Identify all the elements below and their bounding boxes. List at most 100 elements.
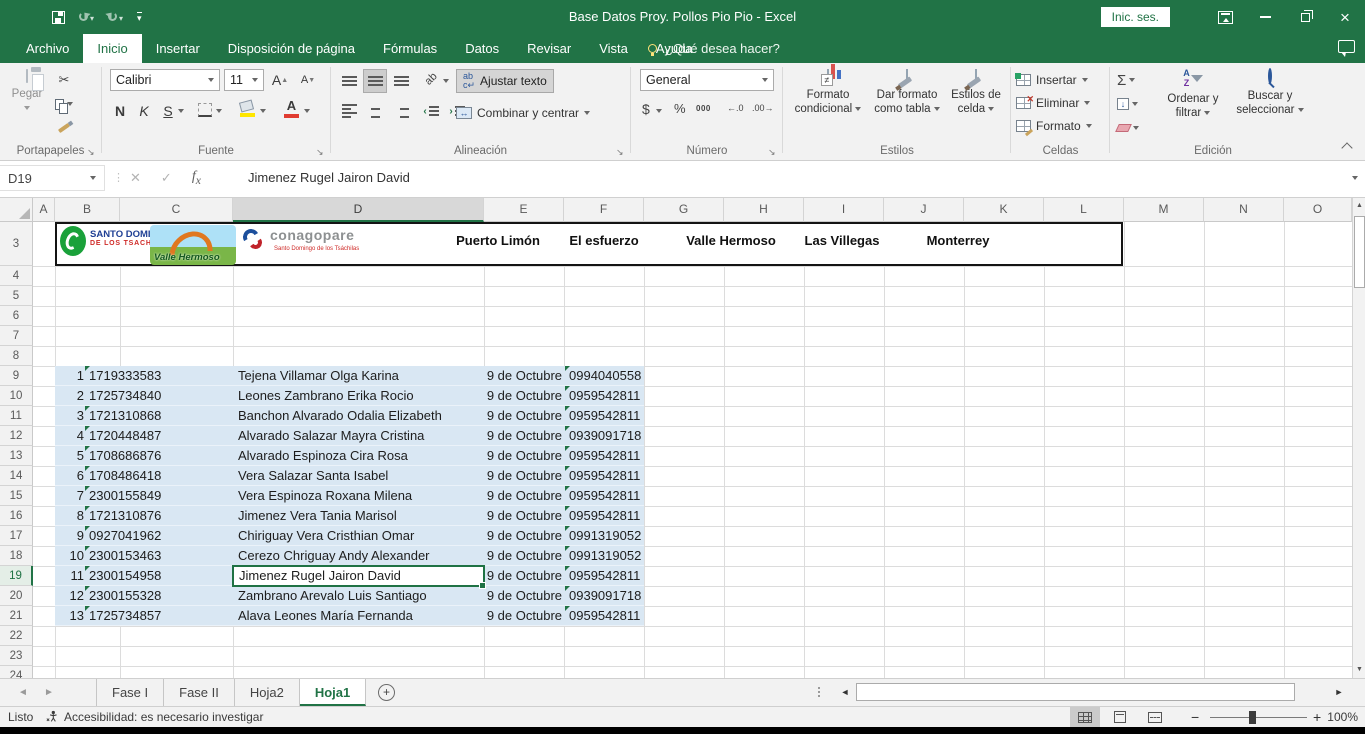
cell-phone[interactable]: 0994040558 [569, 366, 641, 386]
cell-number[interactable]: 3 [55, 406, 84, 426]
cell-sector[interactable]: 9 de Octubre [484, 406, 562, 426]
cell-id[interactable]: 2300154958 [89, 566, 161, 586]
cell-number[interactable]: 10 [55, 546, 84, 566]
cell-id[interactable]: 1725734840 [89, 386, 161, 406]
cell-name[interactable]: Alvarado Espinoza Cira Rosa [238, 446, 408, 466]
column-header-c[interactable]: C [120, 198, 233, 222]
row-header-8[interactable]: 8 [0, 346, 33, 366]
cell-name[interactable]: Vera Salazar Santa Isabel [238, 466, 388, 486]
sort-filter-button[interactable]: AZ Ordenar y filtrar [1157, 69, 1229, 120]
sheet-tab-fase-i[interactable]: Fase I [96, 679, 164, 706]
format-as-table-button[interactable]: Dar formato como tabla [868, 69, 946, 116]
cell-phone[interactable]: 0959542811 [569, 606, 640, 626]
borders-caret-icon[interactable] [216, 109, 222, 113]
row-header-11[interactable]: 11 [0, 406, 33, 426]
alignment-dialog-launcher-icon[interactable]: ↘ [616, 147, 626, 157]
cell-sector[interactable]: 9 de Octubre [484, 446, 562, 466]
column-header-o[interactable]: O [1284, 198, 1352, 222]
merge-center-button[interactable]: ↔ Combinar y centrar [456, 101, 590, 124]
cancel-entry-icon[interactable]: ✕ [130, 170, 141, 186]
percent-button[interactable]: % [674, 101, 686, 116]
cell-phone[interactable]: 0991319052 [569, 546, 641, 566]
cell-sector[interactable]: 9 de Octubre [484, 606, 562, 626]
row-header-12[interactable]: 12 [0, 426, 33, 446]
format-cells-button[interactable]: Formato [1016, 115, 1092, 137]
tab-f-rmulas[interactable]: Fórmulas [369, 34, 451, 63]
clear-button[interactable] [1117, 117, 1139, 139]
cell-id[interactable]: 1721310868 [89, 406, 161, 426]
column-header-f[interactable]: F [564, 198, 644, 222]
conditional-formatting-button[interactable]: ≠ Formato condicional [792, 69, 864, 116]
cell-id[interactable]: 1708486418 [89, 466, 161, 486]
column-header-n[interactable]: N [1204, 198, 1284, 222]
name-box[interactable]: D19 [0, 165, 105, 191]
page-layout-view-button[interactable] [1105, 707, 1135, 727]
tab-disposici-n-de-p-gina[interactable]: Disposición de página [214, 34, 369, 63]
cell-number[interactable]: 5 [55, 446, 84, 466]
column-header-h[interactable]: H [724, 198, 804, 222]
cell-id[interactable]: 0927041962 [89, 526, 161, 546]
cell-phone[interactable]: 0991319052 [569, 526, 641, 546]
column-header-l[interactable]: L [1044, 198, 1124, 222]
column-header-a[interactable]: A [33, 198, 55, 222]
page-break-view-button[interactable] [1140, 707, 1170, 727]
row-header-16[interactable]: 16 [0, 506, 33, 526]
cell-name[interactable]: Leones Zambrano Erika Rocio [238, 386, 414, 406]
row-header-23[interactable]: 23 [0, 646, 33, 666]
row-header-10[interactable]: 10 [0, 386, 33, 406]
formula-bar-value[interactable]: Jimenez Rugel Jairon David [248, 165, 410, 191]
cell-number[interactable]: 11 [55, 566, 84, 586]
restore-button[interactable] [1285, 0, 1325, 34]
sign-in-button[interactable]: Inic. ses. [1101, 7, 1170, 27]
column-header-m[interactable]: M [1124, 198, 1204, 222]
feedback-comment-icon[interactable] [1338, 40, 1355, 53]
column-header-e[interactable]: E [484, 198, 564, 222]
column-header-g[interactable]: G [644, 198, 724, 222]
tab-insertar[interactable]: Insertar [142, 34, 214, 63]
increase-font-button[interactable]: A▲ [270, 68, 290, 92]
underline-caret-icon[interactable] [178, 109, 184, 113]
row-header-24[interactable]: 24 [0, 666, 33, 678]
collapse-ribbon-icon[interactable] [1341, 142, 1352, 153]
sheet-tab-hoja2[interactable]: Hoja2 [235, 679, 300, 706]
cell-phone[interactable]: 0939091718 [569, 586, 641, 606]
cell-id[interactable]: 2300155328 [89, 586, 161, 606]
row-header-4[interactable]: 4 [0, 266, 33, 286]
insert-cells-button[interactable]: Insertar [1016, 69, 1088, 91]
row-header-21[interactable]: 21 [0, 606, 33, 626]
cell-id[interactable]: 2300153463 [89, 546, 161, 566]
close-button[interactable]: × [1325, 0, 1365, 34]
cell-number[interactable]: 2 [55, 386, 84, 406]
copy-button[interactable] [52, 93, 76, 115]
column-header-j[interactable]: J [884, 198, 964, 222]
cell-phone[interactable]: 0959542811 [569, 486, 640, 506]
zoom-slider-thumb[interactable] [1249, 711, 1256, 724]
cell-phone[interactable]: 0959542811 [569, 406, 640, 426]
row-header-17[interactable]: 17 [0, 526, 33, 546]
number-dialog-launcher-icon[interactable]: ↘ [768, 147, 778, 157]
cell-number[interactable]: 12 [55, 586, 84, 606]
scroll-down-icon[interactable]: ▼ [1353, 662, 1365, 678]
scroll-right-icon[interactable]: ► [1330, 683, 1348, 701]
font-size-select[interactable]: 11 [224, 69, 264, 91]
cell-name[interactable]: Chiriguay Vera Cristhian Omar [238, 526, 414, 546]
column-header-b[interactable]: B [55, 198, 120, 222]
cell-name[interactable]: Alava Leones María Fernanda [238, 606, 413, 626]
clipboard-dialog-launcher-icon[interactable]: ↘ [87, 147, 97, 157]
cell-name[interactable]: Vera Espinoza Roxana Milena [238, 486, 412, 506]
row-header-14[interactable]: 14 [0, 466, 33, 486]
cell-id[interactable]: 1721310876 [89, 506, 161, 526]
decrease-indent-button[interactable]: ‹ [419, 99, 443, 123]
select-all-corner[interactable] [0, 198, 33, 222]
cell-name[interactable]: Tejena Villamar Olga Karina [238, 366, 399, 386]
font-color-button[interactable]: A [284, 99, 299, 118]
tab-archivo[interactable]: Archivo [12, 34, 83, 63]
active-cell-d19[interactable]: Jimenez Rugel Jairon David [232, 565, 485, 587]
cell-id[interactable]: 1720448487 [89, 426, 161, 446]
cell-sector[interactable]: 9 de Octubre [484, 366, 562, 386]
cell-sector[interactable]: 9 de Octubre [484, 466, 562, 486]
cell-name[interactable]: Alvarado Salazar Mayra Cristina [238, 426, 424, 446]
align-top-button[interactable] [337, 69, 361, 93]
underline-button[interactable]: S [158, 99, 178, 123]
orientation-icon[interactable]: ab [423, 70, 440, 87]
